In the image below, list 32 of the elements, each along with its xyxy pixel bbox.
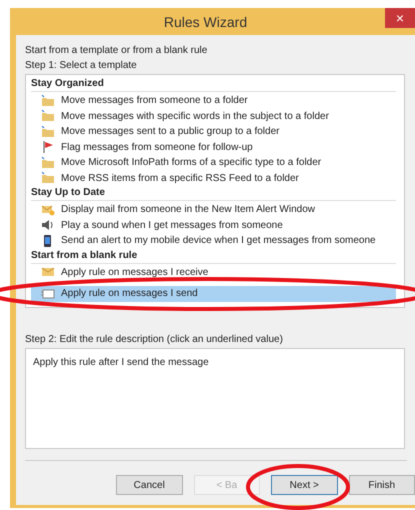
folder-icon xyxy=(41,110,55,122)
dialog-button[interactable]: Next > xyxy=(271,475,338,495)
step-label: Step 2: Edit the rule description (click an underlined value) xyxy=(25,333,284,347)
template-item[interactable]: Play a sound when I get messages from someone xyxy=(31,218,396,233)
folder-icon xyxy=(41,94,55,107)
template-item[interactable]: Flag messages from someone for follow-up xyxy=(31,140,396,155)
group-heading: Stay Organized xyxy=(31,77,396,92)
template-item[interactable]: Apply rule on messages I receive xyxy=(31,264,396,280)
folder-icon xyxy=(41,172,55,184)
template-item[interactable]: Move messages sent to a public group to a folder xyxy=(31,124,396,140)
template-item[interactable]: Move RSS items from a specific RSS Feed to a folder xyxy=(31,170,396,186)
flag-icon xyxy=(41,141,55,154)
envelope-icon xyxy=(41,288,55,300)
dialog-button[interactable]: Finish xyxy=(348,475,415,495)
dialog-button[interactable]: Cancel xyxy=(116,475,182,495)
template-item[interactable]: Send an alert to my mobile device when I get messages from someone xyxy=(31,233,396,248)
template-item[interactable]: Move messages from someone to a folder xyxy=(31,93,396,108)
envelope-icon xyxy=(41,266,55,278)
rule-description-box[interactable]: Apply this rule after I send the message xyxy=(25,348,405,449)
template-item[interactable]: Move Microsoft InfoPath forms of a specific type to a folder xyxy=(31,155,396,170)
group-heading: Start from a blank rule xyxy=(31,248,396,264)
folder-icon xyxy=(41,126,55,138)
template-item[interactable]: Display mail from someone in the New Item Alert Window xyxy=(31,202,396,218)
intro-text: Start from a template or from a blank rule xyxy=(25,44,208,58)
template-item[interactable]: Apply rule on messages I send xyxy=(31,286,396,302)
group-heading: Stay Up to Date xyxy=(31,186,396,201)
template-item[interactable]: Move messages with specific words in the subject to a folder xyxy=(31,108,396,124)
close-button[interactable]: × xyxy=(385,8,415,28)
window-title: Rules Wizard xyxy=(164,14,248,30)
step-label: Step 1: Select a template xyxy=(25,59,138,73)
speaker-icon xyxy=(41,219,55,232)
folder-icon xyxy=(41,156,55,169)
